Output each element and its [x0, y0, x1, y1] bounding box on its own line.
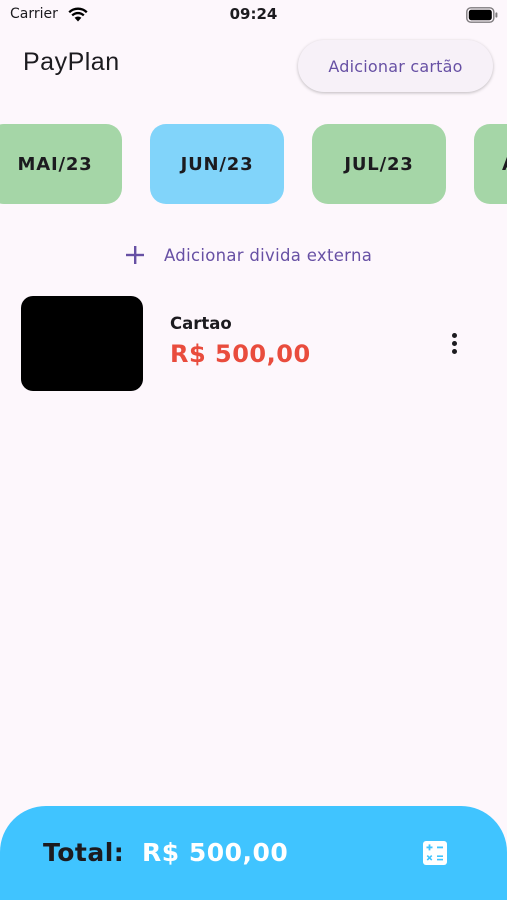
month-chip-next[interactable]: A: [474, 124, 507, 204]
app-title: PayPlan: [23, 48, 120, 76]
month-chip-jun-23[interactable]: JUN/23: [150, 124, 284, 204]
clock: 09:24: [229, 5, 278, 23]
month-chip-mai-23[interactable]: MAI/23: [0, 124, 122, 204]
card-image: [21, 296, 143, 391]
month-chip-jul-23[interactable]: JUL/23: [312, 124, 446, 204]
status-bar: Carrier 09:24: [0, 0, 507, 32]
calculate-icon[interactable]: [423, 841, 447, 865]
add-external-debt-label: Adicionar divida externa: [164, 245, 373, 265]
month-selector: MAI/23 JUN/23 JUL/23 A: [0, 124, 507, 204]
card-amount: R$ 500,00: [170, 340, 311, 368]
card-list-item[interactable]: Cartao R$ 500,00: [21, 296, 491, 392]
total-bar: Total: R$ 500,00: [0, 806, 507, 900]
card-name: Cartao: [170, 314, 232, 333]
plus-icon: [126, 246, 144, 264]
add-card-button[interactable]: Adicionar cartão: [298, 40, 493, 92]
total-label: Total:: [43, 838, 125, 867]
screen: Carrier 09:24 PayPlan Adicionar cartão M…: [0, 0, 507, 900]
total-value: R$ 500,00: [142, 838, 289, 867]
add-external-debt-button[interactable]: Adicionar divida externa: [124, 244, 372, 266]
more-vert-icon[interactable]: [441, 330, 467, 356]
battery-icon: [466, 7, 498, 23]
